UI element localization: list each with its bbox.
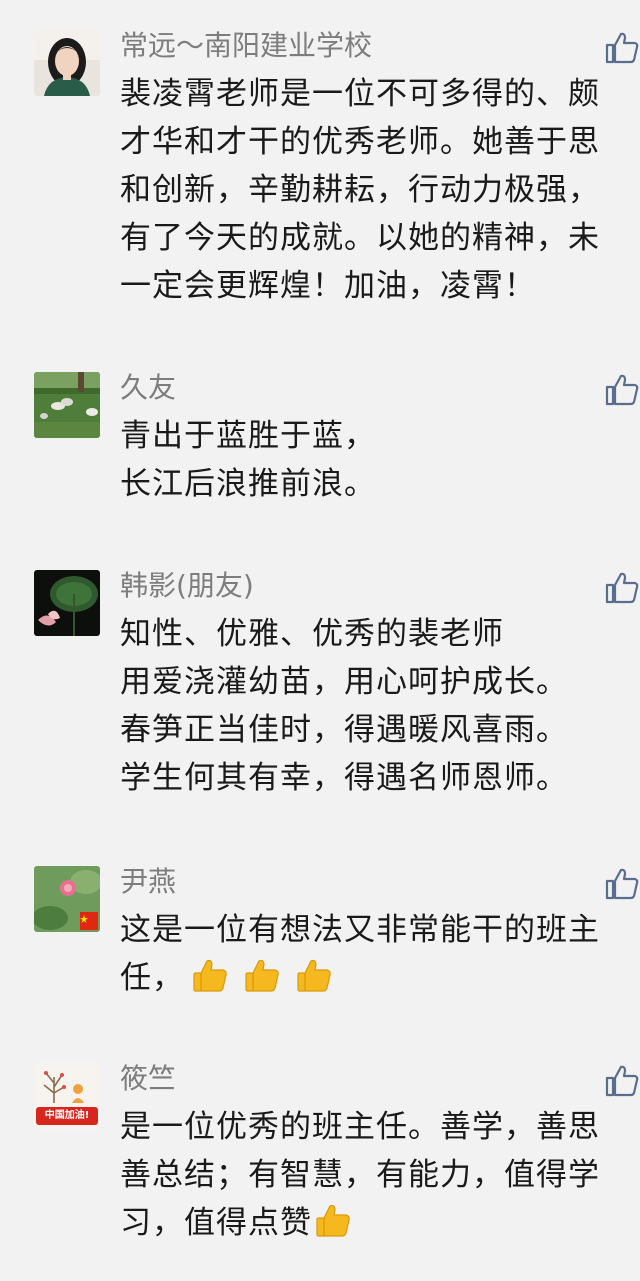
comment-line: 裴凌霄老师是一位不可多得的、颇 xyxy=(120,76,600,112)
comment-body: 裴凌霄老师是一位不可多得的、颇 才华和才干的优秀老师。她善于思 和创新，辛勤耕耘… xyxy=(120,70,640,310)
comment-line: 善总结；有智慧，有能力，值得学 xyxy=(120,1157,600,1193)
lotus-leaf-dark-avatar[interactable] xyxy=(34,570,100,636)
comment-line: 和创新，辛勤耕耘，行动力极强， xyxy=(120,172,600,208)
thumbs-up-outline-icon[interactable] xyxy=(604,570,640,606)
thumbs-up-outline-icon[interactable] xyxy=(604,1063,640,1099)
comment-line-text: 任， xyxy=(120,960,184,996)
thumbs-up-outline-icon[interactable] xyxy=(604,866,640,902)
comment-line: 用爱浇灌幼苗，用心呵护成长。 xyxy=(120,664,568,700)
thumbs-up-emoji xyxy=(191,956,229,994)
sheep-on-grass-avatar[interactable] xyxy=(34,372,100,438)
comment-line: 春笋正当佳时，得遇暖风喜雨。 xyxy=(120,712,568,748)
woman-portrait-avatar[interactable] xyxy=(34,30,100,96)
comment-line: 这是一位有想法又非常能干的班主 xyxy=(120,912,600,948)
comment-author[interactable]: 尹燕 xyxy=(120,862,176,902)
comment-line: 学生何其有幸，得遇名师恩师。 xyxy=(120,760,568,796)
comment-line: 长江后浪推前浪。 xyxy=(120,466,376,502)
thumbs-up-emoji xyxy=(295,956,333,994)
comment-line-text: 习，值得点赞 xyxy=(120,1205,312,1241)
comment-body: 知性、优雅、优秀的裴老师 用爱浇灌幼苗，用心呵护成长。 春笋正当佳时，得遇暖风喜… xyxy=(120,610,640,802)
comment-body: 这是一位有想法又非常能干的班主 任， xyxy=(120,906,640,1002)
avatar-caption: 中国加油! xyxy=(44,1110,90,1121)
lotus-flower-flag-avatar[interactable] xyxy=(34,866,100,932)
comment-author[interactable]: 韩影(朋友) xyxy=(120,566,254,606)
thumbs-up-outline-icon[interactable] xyxy=(604,372,640,408)
thumbs-up-emoji xyxy=(243,956,281,994)
comment-line-with-emoji: 任， xyxy=(120,954,640,1002)
comment-body: 青出于蓝胜于蓝， 长江后浪推前浪。 xyxy=(120,412,640,508)
comment-author[interactable]: 常远～南阳建业学校 xyxy=(120,26,372,66)
thumbs-up-outline-icon[interactable] xyxy=(604,30,640,66)
comment-line: 一定会更辉煌！加油，凌霄！ xyxy=(120,268,536,304)
comment-author[interactable]: 筱竺 xyxy=(120,1059,176,1099)
comment-line: 知性、优雅、优秀的裴老师 xyxy=(120,616,504,652)
comment-line: 才华和才干的优秀老师。她善于思 xyxy=(120,124,600,160)
comment-line: 有了今天的成就。以她的精神，未 xyxy=(120,220,600,256)
china-jiayou-avatar[interactable]: 中国加油! xyxy=(34,1063,100,1129)
comment-body: 是一位优秀的班主任。善学，善思 善总结；有智慧，有能力，值得学 习，值得点赞 xyxy=(120,1103,640,1247)
comment-line: 青出于蓝胜于蓝， xyxy=(120,418,376,454)
comment-line-with-emoji: 习，值得点赞 xyxy=(120,1199,640,1247)
comment-author[interactable]: 久友 xyxy=(120,368,176,408)
thumbs-up-emoji xyxy=(314,1201,352,1239)
comment-line: 是一位优秀的班主任。善学，善思 xyxy=(120,1109,600,1145)
